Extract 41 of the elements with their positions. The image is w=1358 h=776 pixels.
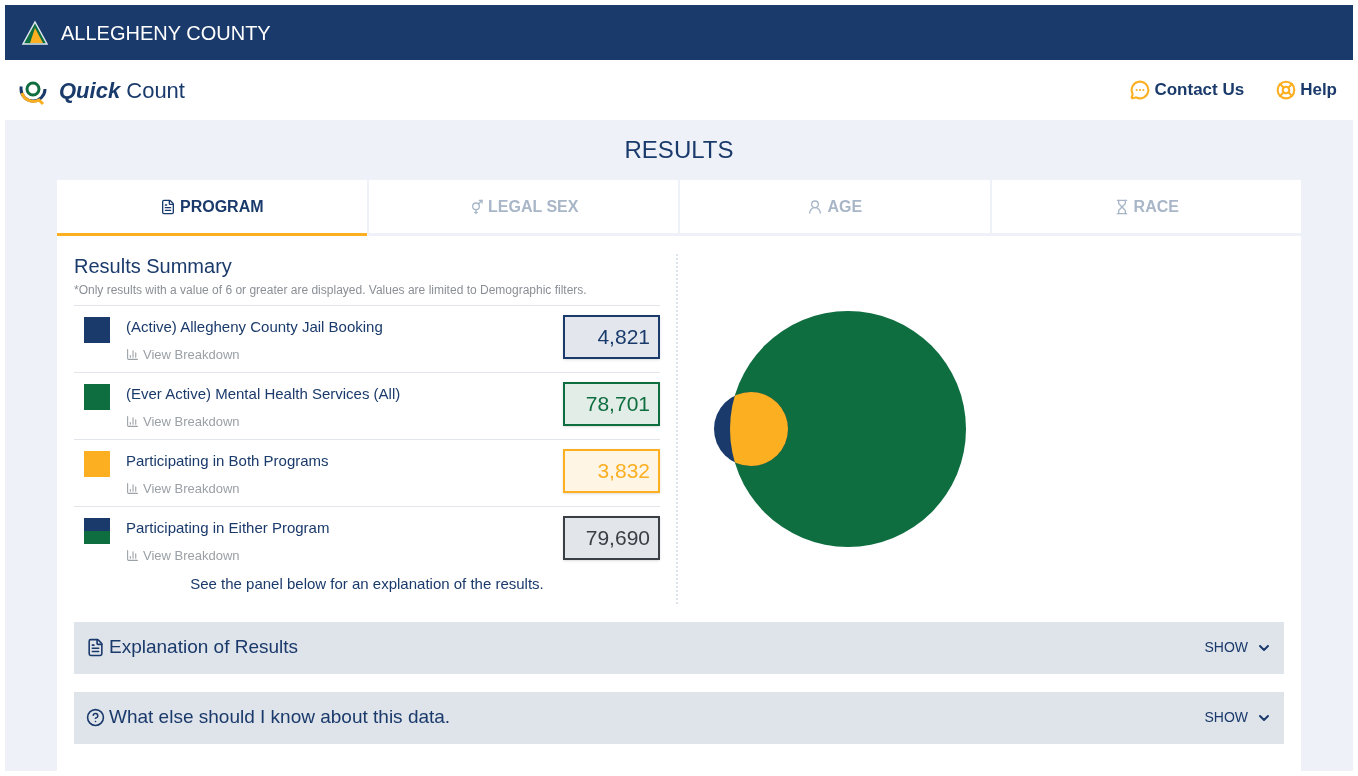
bar-chart-icon xyxy=(126,548,139,562)
mountain-logo-icon xyxy=(21,19,49,46)
bar-chart-icon xyxy=(126,414,139,428)
chat-bubble-icon xyxy=(1130,80,1151,100)
view-breakdown-link[interactable]: View Breakdown xyxy=(126,411,240,431)
lifebuoy-icon xyxy=(1276,80,1297,100)
view-breakdown-link[interactable]: View Breakdown xyxy=(126,545,240,565)
program-label: Participating in Both Programs xyxy=(126,451,330,471)
question-icon xyxy=(86,708,105,727)
view-breakdown-link[interactable]: View Breakdown xyxy=(126,344,240,364)
document-icon xyxy=(159,198,176,215)
view-breakdown-link[interactable]: View Breakdown xyxy=(126,478,240,498)
show-label: SHOW xyxy=(1204,638,1248,657)
summary-footer: See the panel below for an explanation of the results. xyxy=(74,573,660,604)
person-icon xyxy=(807,198,824,215)
count-value: 78,701 xyxy=(563,382,660,426)
help-link[interactable]: Help xyxy=(1276,77,1337,103)
panel-title: What else should I know about this data. xyxy=(109,705,451,730)
count-value: 3,832 xyxy=(563,449,660,493)
tab[interactable]: AGE xyxy=(680,180,990,236)
contact-link[interactable]: Contact Us xyxy=(1130,77,1245,103)
summary-title: Results Summary xyxy=(74,254,233,279)
count-value: 4,821 xyxy=(563,315,660,359)
summary-note: *Only results with a value of 6 or greater are displayed. Values are limited to Demographic filters. xyxy=(74,282,588,299)
count-value: 79,690 xyxy=(563,516,660,560)
accordion-header[interactable]: Explanation of Results SHOW xyxy=(74,621,1284,674)
tab[interactable]: PROGRAM xyxy=(57,180,367,236)
show-label: SHOW xyxy=(1204,708,1248,727)
tab[interactable]: RACE xyxy=(991,180,1301,236)
bar-chart-icon xyxy=(126,347,139,361)
county-title: ALLEGHENY COUNTY xyxy=(61,20,271,46)
program-label: (Active) Allegheny County Jail Booking xyxy=(126,317,384,337)
panel-title: Explanation of Results xyxy=(109,635,299,660)
accordion-header[interactable]: What else should I know about this data. SHOW xyxy=(74,691,1284,744)
program-label: (Ever Active) Mental Health Services (All) xyxy=(126,384,402,404)
page-title: RESULTS xyxy=(623,135,735,165)
bar-chart-icon xyxy=(126,481,139,495)
tab[interactable]: LEGAL SEX xyxy=(368,180,678,236)
app-logo-text: Quick Count xyxy=(59,76,185,105)
program-label: Participating in Either Program xyxy=(126,518,331,538)
document-icon xyxy=(86,638,105,657)
